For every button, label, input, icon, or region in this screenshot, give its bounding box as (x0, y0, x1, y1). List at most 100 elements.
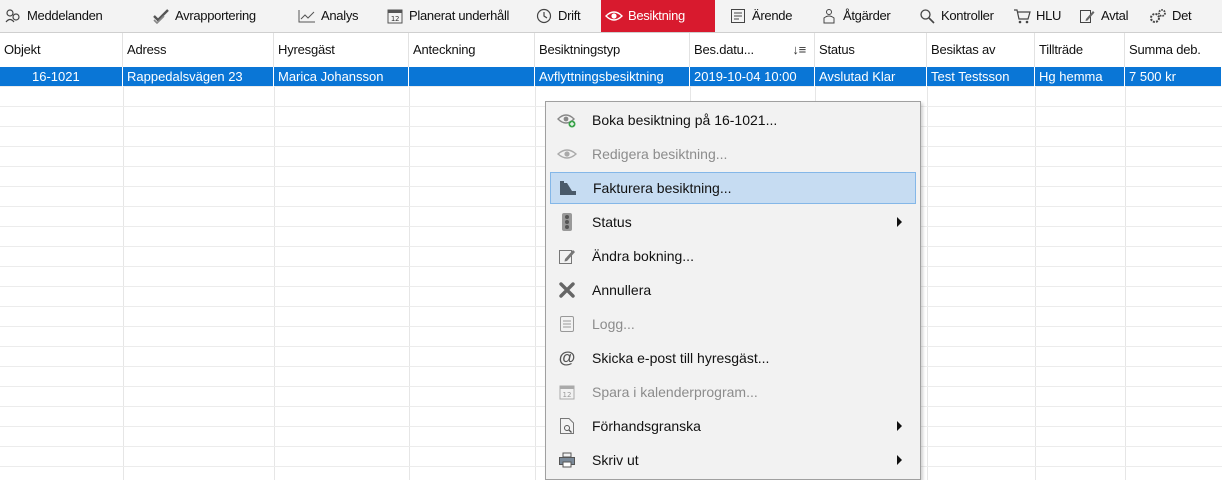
magnifier-icon (918, 7, 936, 25)
tab-label: Drift (558, 8, 581, 23)
context-menu: Boka besiktning på 16-1021... Redigera b… (545, 101, 921, 480)
cart-icon (1013, 7, 1031, 25)
printer-icon (556, 449, 578, 471)
tab-label: Åtgärder (843, 8, 891, 23)
tab-analys[interactable]: Analys (294, 0, 362, 32)
cell-besdatum: 2019-10-04 10:00 (690, 67, 815, 87)
preview-icon (556, 415, 578, 437)
menu-item-skicka-epost[interactable]: @ Skicka e-post till hyresgäst... (550, 342, 916, 374)
menu-item-redigera-besiktning[interactable]: Redigera besiktning... (550, 138, 916, 170)
tab-arende[interactable]: Ärende (725, 0, 796, 32)
menu-item-fakturera-besiktning[interactable]: Fakturera besiktning... (550, 172, 916, 204)
column-header-label: Bes.datu... (694, 42, 754, 57)
menu-item-andra-bokning[interactable]: Ändra bokning... (550, 240, 916, 272)
column-header-summa-deb[interactable]: Summa deb. (1125, 33, 1222, 67)
menu-item-label: Status (592, 214, 632, 230)
tab-planerat-underhall[interactable]: 12 Planerat underhåll (382, 0, 513, 32)
menu-item-label: Redigera besiktning... (592, 146, 728, 162)
invoice-icon (557, 177, 579, 199)
column-header-tilltrade[interactable]: Tillträde (1035, 33, 1125, 67)
tab-label: Besiktning (628, 8, 685, 23)
menu-item-label: Skicka e-post till hyresgäst... (592, 350, 770, 366)
tab-besiktning[interactable]: Besiktning (601, 0, 715, 32)
tab-det[interactable]: Det (1145, 0, 1195, 32)
tab-label: HLU (1036, 8, 1062, 23)
column-header-adress[interactable]: Adress (123, 33, 274, 67)
submenu-arrow-icon (897, 421, 902, 431)
menu-item-skriv-ut[interactable]: Skriv ut (550, 444, 916, 476)
menu-item-label: Förhandsgranska (592, 418, 701, 434)
cell-hyresgast: Marica Johansson (274, 67, 409, 87)
column-header-hyresgast[interactable]: Hyresgäst (274, 33, 409, 67)
sort-descending-icon: ↓≡ (792, 42, 806, 57)
table-row[interactable]: 16-1021 Rappedalsvägen 23 Marica Johanss… (0, 67, 1222, 87)
menu-item-label: Annullera (592, 282, 652, 298)
eye-icon (556, 143, 578, 165)
check-icon (152, 7, 170, 25)
menu-item-label: Ändra bokning... (592, 248, 694, 264)
menu-item-label: Boka besiktning på 16-1021... (592, 112, 778, 128)
traffic-light-icon (556, 211, 578, 233)
column-header-objekt[interactable]: Objekt (0, 33, 123, 67)
column-header-status[interactable]: Status (815, 33, 927, 67)
cell-besiktningstyp: Avflyttningsbesiktning (535, 67, 690, 87)
menu-item-logg[interactable]: Logg... (550, 308, 916, 340)
contract-icon (1078, 7, 1096, 25)
grid-header: Objekt Adress Hyresgäst Anteckning Besik… (0, 33, 1222, 68)
tab-label: Det (1172, 8, 1192, 23)
cell-anteckning (409, 67, 535, 87)
cell-objekt: 16-1021 (0, 67, 123, 87)
svg-text:12: 12 (563, 391, 572, 399)
tab-avtal[interactable]: Avtal (1074, 0, 1132, 32)
clock-icon (535, 7, 553, 25)
tab-label: Ärende (752, 8, 793, 23)
eye-icon (605, 7, 623, 25)
at-icon: @ (558, 348, 576, 367)
menu-item-label: Fakturera besiktning... (593, 180, 732, 196)
tab-label: Avrapportering (175, 8, 256, 23)
menu-item-annullera[interactable]: Annullera (550, 274, 916, 306)
cross-icon (556, 279, 578, 301)
cell-adress: Rappedalsvägen 23 (123, 67, 274, 87)
tab-atgarder[interactable]: Åtgärder (816, 0, 894, 32)
cell-tilltrade: Hg hemma (1035, 67, 1125, 87)
form-icon (729, 7, 747, 25)
eye-add-icon (556, 109, 578, 131)
tab-label: Analys (321, 8, 359, 23)
cell-besiktas-av: Test Testsson (927, 67, 1035, 87)
menu-item-status[interactable]: Status (550, 206, 916, 238)
worker-icon (820, 7, 838, 25)
menu-item-spara-i-kalender[interactable]: 12 Spara i kalenderprogram... (550, 376, 916, 408)
tab-kontroller[interactable]: Kontroller (914, 0, 998, 32)
menu-item-label: Skriv ut (592, 452, 639, 468)
tab-hlu[interactable]: HLU (1009, 0, 1065, 32)
menu-item-boka-besiktning[interactable]: Boka besiktning på 16-1021... (550, 104, 916, 136)
cell-summa-deb: 7 500 kr (1125, 67, 1222, 87)
calendar-icon: 12 (386, 7, 404, 25)
module-tab-bar: Meddelanden Avrapportering Analys 12 Pla… (0, 0, 1222, 33)
tab-label: Meddelanden (27, 8, 103, 23)
column-header-anteckning[interactable]: Anteckning (409, 33, 535, 67)
tab-drift[interactable]: Drift (531, 0, 584, 32)
log-icon (556, 313, 578, 335)
tab-avrapportering[interactable]: Avrapportering (148, 0, 260, 32)
tab-label: Kontroller (941, 8, 994, 23)
gears-icon (1149, 7, 1167, 25)
calendar-icon: 12 (556, 381, 578, 403)
menu-item-forhandsgranska[interactable]: Förhandsgranska (550, 410, 916, 442)
chart-icon (298, 7, 316, 25)
submenu-arrow-icon (897, 217, 902, 227)
edit-icon (556, 245, 578, 267)
column-header-besiktningstyp[interactable]: Besiktningstyp (535, 33, 690, 67)
menu-item-label: Spara i kalenderprogram... (592, 384, 758, 400)
tab-label: Planerat underhåll (409, 8, 510, 23)
tab-label: Avtal (1101, 8, 1129, 23)
menu-item-label: Logg... (592, 316, 635, 332)
submenu-arrow-icon (897, 455, 902, 465)
column-header-besdatum[interactable]: Bes.datu... ↓≡ (690, 33, 815, 67)
people-icon (4, 7, 22, 25)
tab-meddelanden[interactable]: Meddelanden (0, 0, 107, 32)
column-header-besiktas-av[interactable]: Besiktas av (927, 33, 1035, 67)
cell-status: Avslutad Klar (815, 67, 927, 87)
svg-text:12: 12 (391, 15, 399, 23)
